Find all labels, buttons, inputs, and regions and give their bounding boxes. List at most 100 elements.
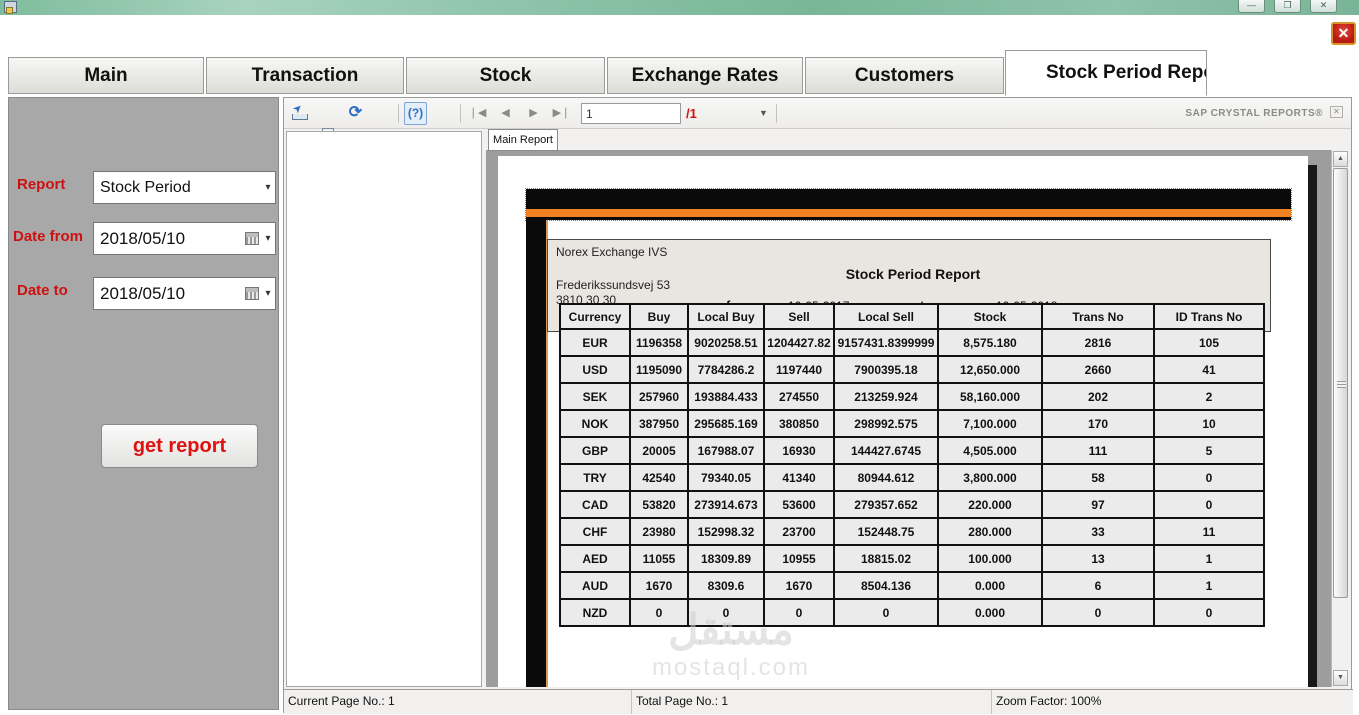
export-icon[interactable] [288, 102, 311, 125]
table-cell: 274550 [763, 382, 835, 411]
table-cell: 100.000 [937, 544, 1043, 573]
table-header-cell: ID Trans No [1153, 303, 1265, 330]
report-type-select[interactable]: Stock Period ▾ [93, 171, 276, 204]
table-cell: 80944.612 [833, 463, 939, 492]
toolbar-separator [398, 104, 399, 123]
table-cell: 2 [1153, 382, 1265, 411]
table-cell: 79340.05 [687, 463, 765, 492]
table-row: GBP 20005 167988.07 16930 144427.6745 4,505.0… [559, 436, 1265, 465]
table-cell: NZD [559, 598, 631, 627]
report-viewport[interactable]: Norex Exchange IVS Frederikssundsvej 53 … [486, 150, 1331, 687]
table-cell: 0.000 [937, 571, 1043, 600]
table-cell: 144427.6745 [833, 436, 939, 465]
table-cell: 0 [1153, 490, 1265, 519]
next-page-icon[interactable]: ▶ [522, 102, 545, 125]
table-cell: 42540 [629, 463, 689, 492]
table-cell: 1197440 [763, 355, 835, 384]
table-cell: 7,100.000 [937, 409, 1043, 438]
table-cell: 0 [629, 598, 689, 627]
report-options-panel: Report Stock Period ▾ Date from 2018/05/… [8, 97, 279, 710]
status-zoom-factor: Zoom Factor: 100% [996, 694, 1102, 708]
table-cell: 1195090 [629, 355, 689, 384]
table-cell: 9020258.51 [687, 328, 765, 357]
exit-app-button[interactable]: ✕ [1331, 22, 1356, 45]
company-name: Norex Exchange IVS [556, 245, 668, 259]
close-button[interactable]: ✕ [1310, 0, 1337, 13]
table-header-cell: Currency [559, 303, 631, 330]
table-cell: 8504.136 [833, 571, 939, 600]
banner-orange-stripe [526, 209, 1291, 217]
tab-exchange-rates[interactable]: Exchange Rates [607, 57, 803, 94]
table-cell: 387950 [629, 409, 689, 438]
tab-stock[interactable]: Stock [406, 57, 605, 94]
group-tree-panel[interactable] [286, 131, 482, 687]
stock-period-table: Currency Buy Local Buy Sell Local Sell Stock T… [559, 303, 1265, 627]
table-cell: 13 [1041, 544, 1155, 573]
table-cell: 41 [1153, 355, 1265, 384]
date-to-picker[interactable]: 2018/05/10 ▾ [93, 277, 276, 310]
table-cell: CAD [559, 490, 631, 519]
table-header-cell: Sell [763, 303, 835, 330]
table-cell: 0 [1153, 598, 1265, 627]
table-row: EUR 1196358 9020258.51 1204427.82 9157431.83… [559, 328, 1265, 357]
table-row: NOK 387950 295685.169 380850 298992.575 7,100… [559, 409, 1265, 438]
first-page-icon[interactable]: ❘◀ [466, 102, 489, 125]
brand-close-icon[interactable]: ✕ [1330, 106, 1343, 118]
table-cell: 280.000 [937, 517, 1043, 546]
scroll-down-icon[interactable]: ▼ [1333, 670, 1348, 686]
table-cell: 11055 [629, 544, 689, 573]
table-header-cell: Local Buy [687, 303, 765, 330]
parameter-panel-icon[interactable]: (?) [404, 102, 427, 125]
table-row: AUD 1670 8309.6 1670 8504.136 0.000 6 1 [559, 571, 1265, 600]
date-from-value: 2018/05/10 [100, 228, 186, 248]
maximize-button[interactable]: ❐ [1274, 0, 1301, 13]
chevron-down-icon: ▾ [265, 233, 271, 244]
table-cell: 10955 [763, 544, 835, 573]
page-number-input[interactable] [581, 103, 681, 124]
viewer-toolbar: ⟳ (?) ❘◀ ◀ ▶ ▶❘ /1 ▼ SAP CRYSTAL REPORTS… [284, 98, 1351, 233]
table-cell: TRY [559, 463, 631, 492]
table-cell: 53600 [763, 490, 835, 519]
date-from-label: Date from [13, 228, 84, 245]
table-cell: 1 [1153, 571, 1265, 600]
table-cell: 167988.07 [687, 436, 765, 465]
table-cell: 170 [1041, 409, 1155, 438]
table-cell: 193884.433 [687, 382, 765, 411]
report-banner [525, 188, 1292, 221]
table-cell: 20005 [629, 436, 689, 465]
table-header-cell: Stock [937, 303, 1043, 330]
scrollbar-thumb[interactable] [1333, 168, 1348, 598]
main-report-tab[interactable]: Main Report [488, 129, 558, 151]
previous-page-icon[interactable]: ◀ [494, 102, 517, 125]
date-from-picker[interactable]: 2018/05/10 ▾ [93, 222, 276, 255]
table-cell: 97 [1041, 490, 1155, 519]
tab-stock-period-report[interactable]: Stock Period Report [1005, 50, 1207, 96]
scroll-up-icon[interactable]: ▲ [1333, 151, 1348, 167]
viewer-statusbar: Current Page No.: 1 Total Page No.: 1 Zo… [284, 689, 1353, 714]
table-cell: 0 [763, 598, 835, 627]
report-label: Report [17, 176, 66, 193]
table-cell: 152998.32 [687, 517, 765, 546]
vertical-scrollbar[interactable]: ▲ ▼ [1331, 150, 1348, 687]
table-row: CAD 53820 273914.673 53600 279357.652 220.000… [559, 490, 1265, 519]
minimize-button[interactable]: — [1238, 0, 1265, 13]
table-cell: 273914.673 [687, 490, 765, 519]
table-cell: 2660 [1041, 355, 1155, 384]
table-cell: 7900395.18 [833, 355, 939, 384]
zoom-dropdown-icon[interactable]: ▼ [759, 108, 768, 118]
table-cell: 11 [1153, 517, 1265, 546]
date-to-value: 2018/05/10 [100, 283, 186, 303]
tab-customers[interactable]: Customers [805, 57, 1004, 94]
get-report-button[interactable]: get report [101, 424, 258, 468]
tab-main[interactable]: Main [8, 57, 204, 94]
table-row: CHF 23980 152998.32 23700 152448.75 280.000 33… [559, 517, 1265, 546]
tab-transaction[interactable]: Transaction [206, 57, 404, 94]
calendar-icon [245, 232, 259, 245]
table-cell: 10 [1153, 409, 1265, 438]
table-row: TRY 42540 79340.05 41340 80944.612 3,800.000 5… [559, 463, 1265, 492]
table-cell: 1 [1153, 544, 1265, 573]
refresh-icon[interactable]: ⟳ [344, 102, 367, 125]
table-header-cell: Local Sell [833, 303, 939, 330]
last-page-icon[interactable]: ▶❘ [550, 102, 573, 125]
calendar-icon [245, 287, 259, 300]
